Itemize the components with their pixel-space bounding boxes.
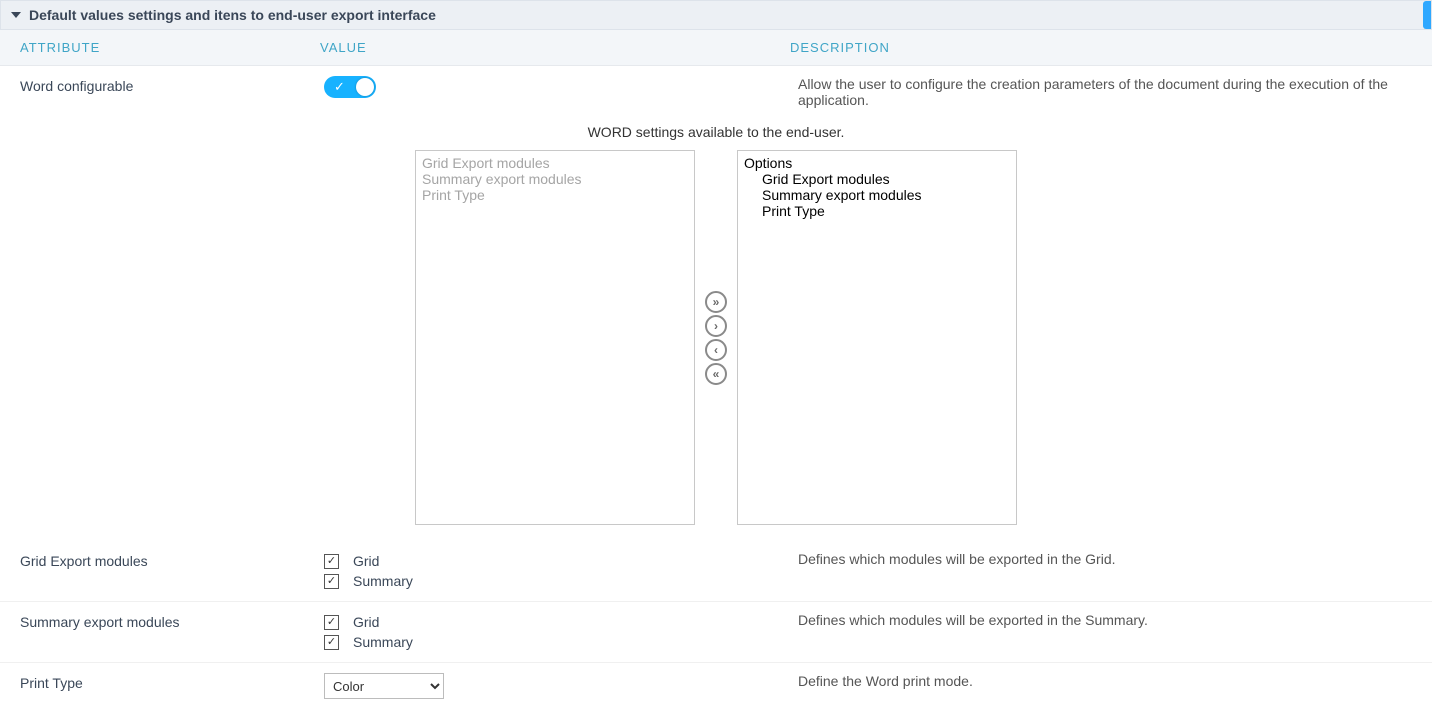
panel-header[interactable]: Default values settings and itens to end… xyxy=(0,0,1432,30)
row-word-configurable: Word configurable ✓ Allow the user to co… xyxy=(0,66,1432,118)
column-headers-row: ATTRIBUTE VALUE DESCRIPTION xyxy=(0,30,1432,66)
checkbox-label: Grid xyxy=(353,612,379,632)
transfer-buttons: » › ‹ « xyxy=(705,150,727,525)
label-word-configurable: Word configurable xyxy=(20,76,320,94)
toggle-word-configurable[interactable]: ✓ xyxy=(324,76,376,98)
selected-listbox[interactable]: Options Grid Export modules Summary expo… xyxy=(737,150,1017,525)
active-tab-indicator xyxy=(1423,1,1431,29)
label-grid-export: Grid Export modules xyxy=(20,551,320,569)
header-value: VALUE xyxy=(320,40,790,55)
list-item[interactable]: Grid Export modules xyxy=(744,171,1010,187)
checkbox-grid-export-grid[interactable]: ✓ xyxy=(324,554,339,569)
list-item[interactable]: Print Type xyxy=(744,203,1010,219)
available-listbox[interactable]: Grid Export modules Summary export modul… xyxy=(415,150,695,525)
desc-grid-export: Defines which modules will be exported i… xyxy=(798,551,1420,567)
row-print-type: Print Type Color Define the Word print m… xyxy=(0,663,1432,709)
header-description: DESCRIPTION xyxy=(790,40,1420,55)
settings-caption: WORD settings available to the end-user. xyxy=(0,118,1432,140)
move-all-right-button[interactable]: » xyxy=(705,291,727,313)
list-group[interactable]: Options xyxy=(744,155,1010,171)
desc-summary-export: Defines which modules will be exported i… xyxy=(798,612,1420,628)
row-grid-export: Grid Export modules ✓ Grid ✓ Summary Def… xyxy=(0,541,1432,602)
checkbox-label: Summary xyxy=(353,632,413,652)
row-summary-export: Summary export modules ✓ Grid ✓ Summary … xyxy=(0,602,1432,663)
checkbox-summary-export-summary[interactable]: ✓ xyxy=(324,635,339,650)
header-attribute: ATTRIBUTE xyxy=(20,40,320,55)
checkbox-summary-export-grid[interactable]: ✓ xyxy=(324,615,339,630)
panel-title: Default values settings and itens to end… xyxy=(29,7,436,23)
checkbox-label: Summary xyxy=(353,571,413,591)
desc-word-configurable: Allow the user to configure the creation… xyxy=(798,76,1420,108)
desc-print-type: Define the Word print mode. xyxy=(798,673,1420,689)
select-print-type[interactable]: Color xyxy=(324,673,444,699)
list-item[interactable]: Print Type xyxy=(422,187,688,203)
collapse-caret-icon xyxy=(11,12,21,18)
label-print-type: Print Type xyxy=(20,673,320,691)
checkbox-label: Grid xyxy=(353,551,379,571)
label-summary-export: Summary export modules xyxy=(20,612,320,630)
move-all-left-button[interactable]: « xyxy=(705,363,727,385)
list-item[interactable]: Grid Export modules xyxy=(422,155,688,171)
dual-listbox: Grid Export modules Summary export modul… xyxy=(0,140,1432,541)
move-right-button[interactable]: › xyxy=(705,315,727,337)
list-item[interactable]: Summary export modules xyxy=(744,187,1010,203)
toggle-knob xyxy=(356,78,374,96)
checkbox-grid-export-summary[interactable]: ✓ xyxy=(324,574,339,589)
checkmark-icon: ✓ xyxy=(334,79,345,95)
move-left-button[interactable]: ‹ xyxy=(705,339,727,361)
list-item[interactable]: Summary export modules xyxy=(422,171,688,187)
